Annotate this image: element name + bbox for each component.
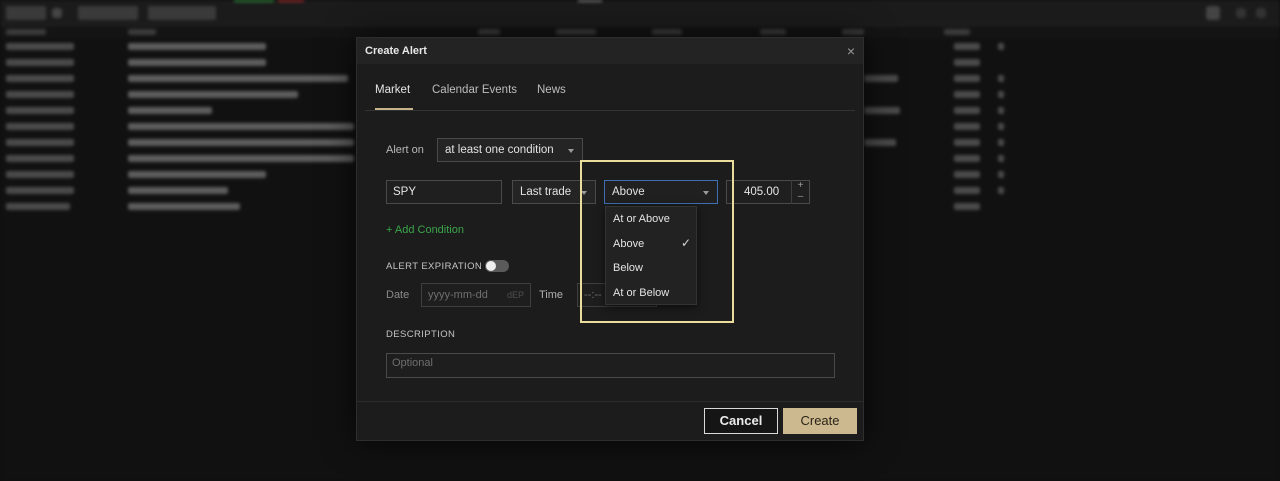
dropdown-option-at-or-below[interactable]: At or Below xyxy=(606,281,698,305)
field-value: Last trade xyxy=(520,186,572,198)
toggle-knob xyxy=(486,261,496,271)
dialog-title: Create Alert xyxy=(365,45,427,57)
background-header-cell xyxy=(842,29,864,35)
chevron-down-icon xyxy=(703,191,709,195)
operator-dropdown-menu: At or Above Above ✓ Below At or Below xyxy=(605,206,697,305)
create-button[interactable]: Create xyxy=(783,408,857,434)
alert-on-value: at least one condition xyxy=(445,144,554,156)
time-label: Time xyxy=(539,289,564,301)
background-header-cell xyxy=(128,29,156,35)
description-placeholder: Optional xyxy=(392,357,433,369)
tab-label: News xyxy=(537,84,566,96)
background-toolbar-button xyxy=(6,6,46,20)
decrement-icon[interactable]: – xyxy=(792,191,809,203)
cancel-button[interactable]: Cancel xyxy=(704,408,778,434)
description-input[interactable]: Optional xyxy=(386,353,835,378)
alert-on-label: Alert on xyxy=(386,144,424,156)
background-toolbar-icon xyxy=(1236,8,1246,18)
background-header-cell xyxy=(556,29,596,35)
date-suffix: dEP xyxy=(506,290,524,300)
dropdown-option-below[interactable]: Below xyxy=(606,256,698,280)
price-input[interactable]: 405.00 + – xyxy=(726,180,810,204)
dropdown-option-above[interactable]: Above ✓ xyxy=(606,232,698,256)
symbol-input[interactable]: SPY xyxy=(386,180,502,204)
dialog-header: Create Alert × xyxy=(357,38,863,64)
chevron-down-icon xyxy=(581,191,587,195)
background-toolbar-button xyxy=(148,6,216,20)
background-header-cell xyxy=(478,29,500,35)
background-toolbar-icon xyxy=(1256,8,1266,18)
chevron-down-icon xyxy=(568,149,574,153)
description-label: DESCRIPTION xyxy=(386,329,456,340)
tabs-divider xyxy=(365,110,855,111)
background-toolbar xyxy=(0,0,1280,26)
price-stepper: + – xyxy=(791,180,809,204)
alert-expiration-label: ALERT EXPIRATION xyxy=(386,261,483,272)
date-label: Date xyxy=(386,289,410,301)
background-accent xyxy=(278,0,304,2)
operator-select[interactable]: Above xyxy=(604,180,718,204)
footer-divider xyxy=(357,401,863,402)
background-accent xyxy=(234,0,274,2)
background-accent xyxy=(578,0,602,2)
time-placeholder: --:-- xyxy=(584,289,602,301)
alert-expiration-toggle[interactable] xyxy=(485,260,509,272)
tab-news[interactable]: News xyxy=(537,84,566,110)
option-label: At or Above xyxy=(613,213,670,225)
background-toolbar-icon xyxy=(1206,6,1220,20)
tab-label: Calendar Events xyxy=(432,84,518,96)
alert-on-select[interactable]: at least one condition xyxy=(437,138,583,162)
close-icon[interactable]: × xyxy=(845,44,857,58)
tab-label: Market xyxy=(375,84,411,96)
price-value: 405.00 xyxy=(744,186,780,198)
option-label: At or Below xyxy=(613,287,670,299)
date-placeholder: yyyy-mm-dd xyxy=(428,289,488,301)
option-label: Above xyxy=(613,238,645,250)
background-header-cell xyxy=(652,29,682,35)
background-toolbar-icon xyxy=(52,8,62,18)
date-input[interactable]: yyyy-mm-dd dEP xyxy=(421,283,531,307)
operator-value: Above xyxy=(612,186,645,198)
background-toolbar-button xyxy=(78,6,138,20)
add-condition-button[interactable]: + Add Condition xyxy=(386,224,464,236)
tab-market[interactable]: Market xyxy=(375,84,413,110)
checkmark-icon: ✓ xyxy=(680,236,691,250)
background-header-cell xyxy=(760,29,786,35)
tab-calendar-events[interactable]: Calendar Events xyxy=(432,84,517,110)
dropdown-option-at-or-above[interactable]: At or Above xyxy=(606,207,698,231)
field-select[interactable]: Last trade xyxy=(512,180,596,204)
background-header-cell xyxy=(944,29,970,35)
option-label: Below xyxy=(613,262,643,274)
background-header-cell xyxy=(6,29,46,35)
